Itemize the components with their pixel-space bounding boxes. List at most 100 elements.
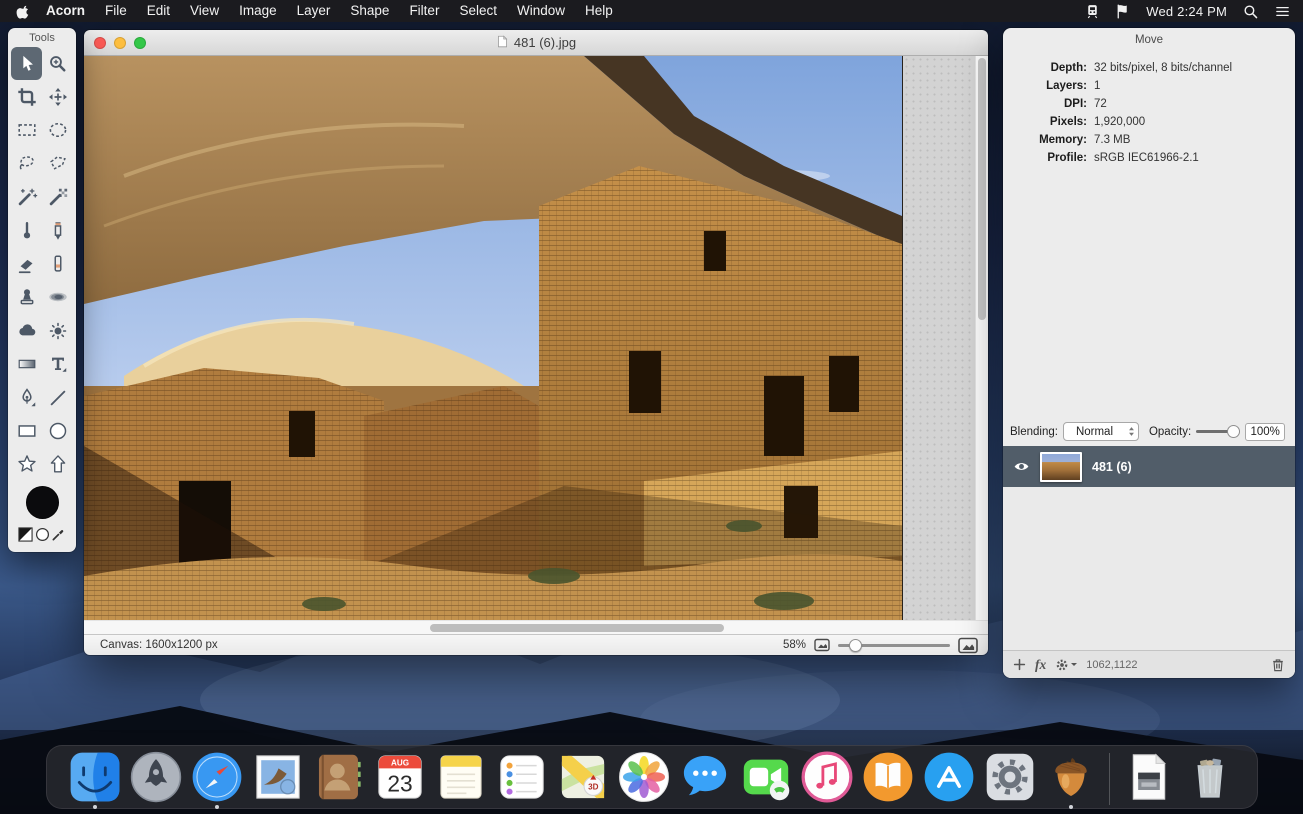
dock-reminders-icon[interactable] [496,751,548,809]
dock-system-preferences-icon[interactable] [984,751,1036,809]
tool-shape-arrow[interactable] [42,448,73,481]
apple-menu-icon[interactable] [12,3,34,20]
menu-item-select[interactable]: Select [449,0,507,22]
close-button[interactable] [94,37,106,49]
tool-magic-wand[interactable] [11,181,42,214]
menu-item-shape[interactable]: Shape [340,0,399,22]
running-indicator [215,805,219,809]
vertical-scrollbar[interactable] [975,56,988,620]
titlebar[interactable]: 481 (6).jpg [84,30,988,56]
tool-crop[interactable] [11,80,42,113]
info-value: 7.3 MB [1094,131,1285,149]
dock-contacts-icon[interactable] [313,751,365,809]
delete-layer-button[interactable] [1271,657,1285,672]
menu-item-help[interactable]: Help [575,0,623,22]
dock-ibooks-icon[interactable] [862,751,914,809]
dock-calendar-icon[interactable]: AUG23 [374,751,426,809]
dock-messages-icon[interactable] [679,751,731,809]
tool-text[interactable] [42,348,73,381]
menu-item-edit[interactable]: Edit [137,0,180,22]
menu-item-view[interactable]: View [180,0,229,22]
tool-shape-star[interactable] [11,448,42,481]
layer-row[interactable]: 481 (6) [1003,446,1295,487]
dock-document-file-icon[interactable] [1123,751,1175,809]
layer-effects-button[interactable]: fx [1035,657,1046,673]
canvas-image[interactable] [84,56,902,620]
transit-icon[interactable] [1084,3,1101,20]
menubar-status-icons [1084,3,1131,20]
layer-thumbnail[interactable] [1040,452,1082,482]
dock-acorn-icon[interactable] [1045,751,1097,809]
notification-center-icon[interactable] [1274,3,1291,20]
canvas-area[interactable] [84,56,988,620]
flag-icon[interactable] [1114,3,1131,20]
color-well[interactable] [26,486,59,519]
dock-appstore-icon[interactable] [923,751,975,809]
dock-notes-icon[interactable] [435,751,487,809]
zoom-button[interactable] [134,37,146,49]
zoom-slider-thumb[interactable] [849,639,862,652]
tool-block-eraser[interactable] [42,247,73,280]
dock-finder-icon[interactable] [69,751,121,809]
menu-item-layer[interactable]: Layer [287,0,341,22]
tool-blur[interactable] [11,314,42,347]
zoom-in-image-icon[interactable] [958,637,978,654]
blending-select[interactable]: Normal [1063,422,1139,441]
tool-shape-rect[interactable] [11,414,42,447]
bw-swatch-icon[interactable] [18,527,33,542]
menu-item-image[interactable]: Image [229,0,287,22]
tool-instant-alpha[interactable] [42,181,73,214]
tool-sharpen[interactable] [42,314,73,347]
menu-item-window[interactable]: Window [507,0,575,22]
tool-pencil[interactable] [42,214,73,247]
horizontal-scrollbar[interactable] [84,620,988,634]
tool-marquee-ellipse[interactable] [42,114,73,147]
inspector-info: Depth:32 bits/pixel, 8 bits/channelLayer… [1003,46,1295,167]
tool-gradient[interactable] [11,348,42,381]
layer-actions-menu-button[interactable] [1055,658,1077,672]
dock-mail-icon[interactable] [252,751,304,809]
spotlight-search-icon[interactable] [1242,3,1259,20]
layers-list: 481 (6) [1003,446,1295,650]
dock-safari-icon[interactable] [191,751,243,809]
vertical-scrollbar-thumb[interactable] [978,58,986,320]
eyedropper-icon[interactable] [51,527,66,542]
opacity-slider[interactable] [1196,425,1240,438]
inspector-bottom-bar: fx 1062,1122 [1003,650,1295,678]
dock-photos-icon[interactable] [618,751,670,809]
zoom-slider[interactable] [838,639,950,652]
tool-line[interactable] [42,381,73,414]
canvas-size-label: Canvas: 1600x1200 px [100,639,218,651]
menubar-clock[interactable]: Wed 2:24 PM [1146,4,1227,19]
secondary-color-icon[interactable] [35,527,50,542]
tool-shape-ellipse[interactable] [42,414,73,447]
tool-move-arrow[interactable] [11,47,42,80]
opacity-slider-thumb[interactable] [1227,425,1240,438]
dock-itunes-icon[interactable] [801,751,853,809]
layer-name: 481 (6) [1092,460,1132,474]
tool-lasso[interactable] [11,147,42,180]
zoom-out-image-icon[interactable] [814,638,830,652]
dock-facetime-icon[interactable] [740,751,792,809]
tool-brush[interactable] [11,214,42,247]
tool-polygon-lasso[interactable] [42,147,73,180]
add-layer-button[interactable] [1013,658,1026,671]
stepper-icon [1125,426,1138,437]
tool-marquee-rect[interactable] [11,114,42,147]
tool-clone-stamp[interactable] [11,281,42,314]
layer-visibility-eye-icon[interactable] [1013,458,1030,475]
dock-trash-icon[interactable] [1184,751,1236,809]
tool-move-canvas[interactable] [42,80,73,113]
horizontal-scrollbar-thumb[interactable] [430,624,724,632]
dock-launchpad-icon[interactable] [130,751,182,809]
minimize-button[interactable] [114,37,126,49]
tool-smudge[interactable] [42,281,73,314]
tool-eraser[interactable] [11,247,42,280]
menu-item-acorn[interactable]: Acorn [36,0,95,22]
opacity-value[interactable]: 100% [1245,423,1285,441]
dock-maps-icon[interactable]: 3D [557,751,609,809]
menu-item-file[interactable]: File [95,0,137,22]
tool-pen[interactable] [11,381,42,414]
menu-item-filter[interactable]: Filter [399,0,449,22]
tool-zoom[interactable] [42,47,73,80]
